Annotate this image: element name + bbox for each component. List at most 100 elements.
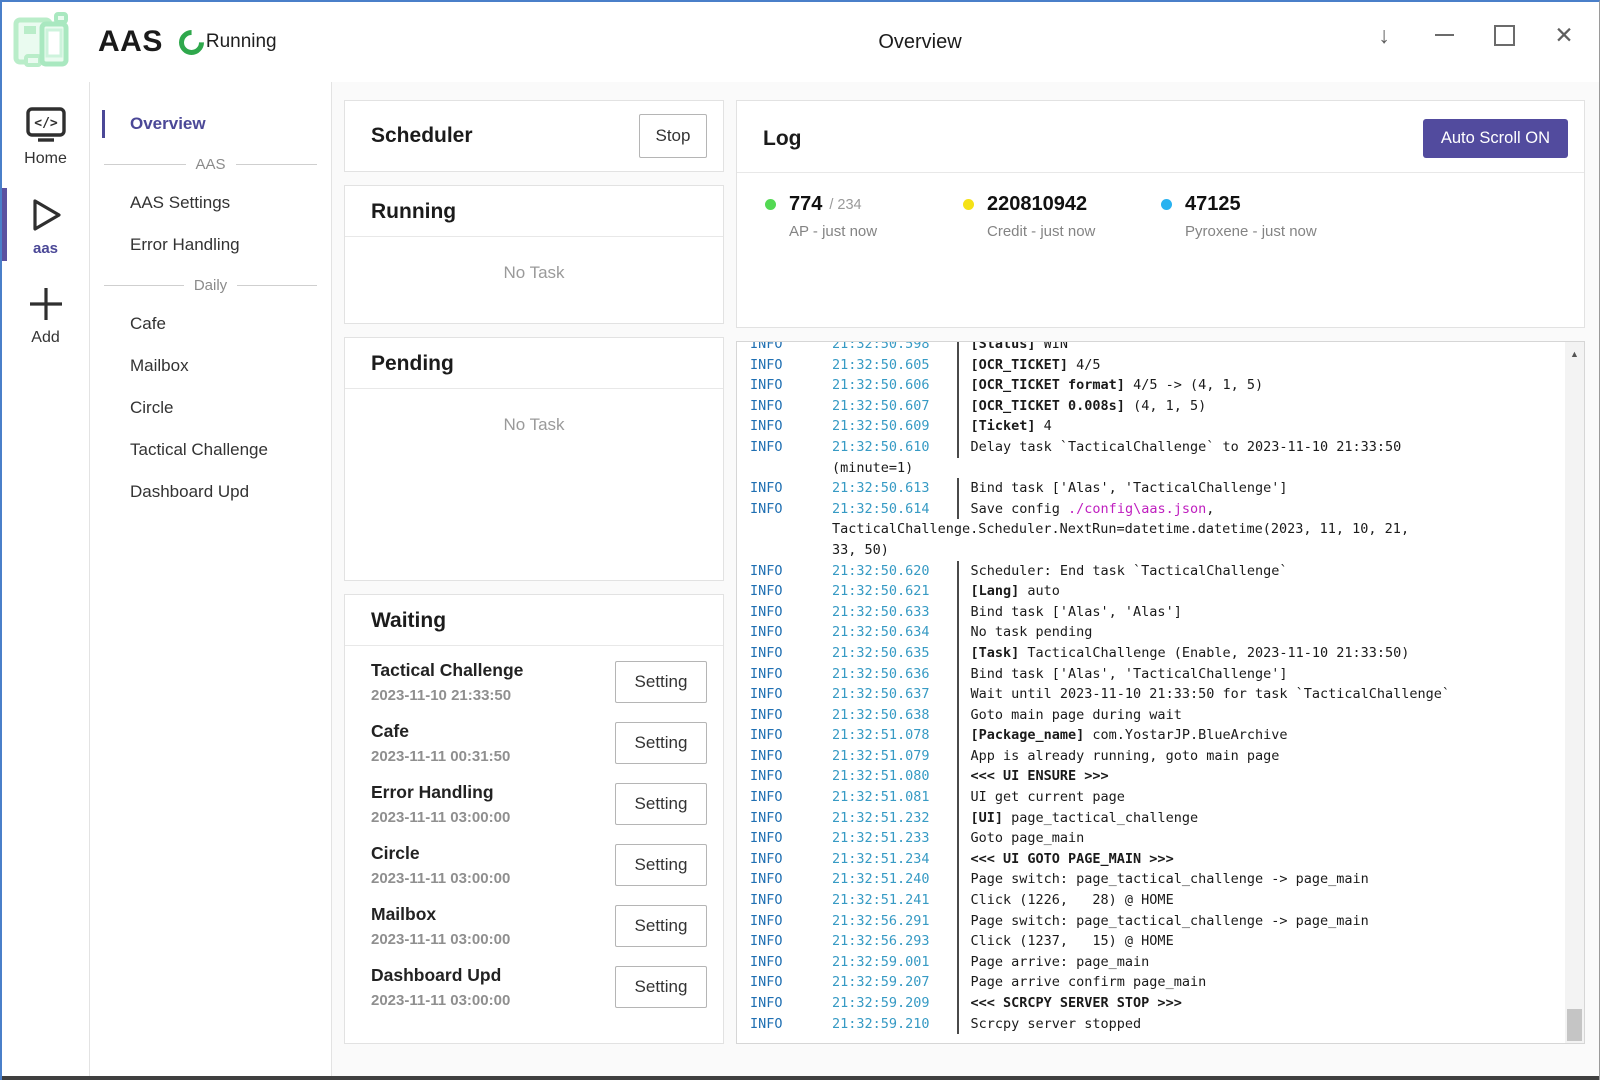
log-timestamp: 21:32:51.241 bbox=[832, 890, 957, 911]
log-separator bbox=[957, 911, 959, 932]
waiting-task-name: Circle bbox=[371, 843, 510, 864]
log-line: INFO 21:32:51.081 UI get current page bbox=[750, 787, 1564, 808]
log-line: INFO 21:32:56.293 Click (1237, 15) @ HOM… bbox=[750, 931, 1564, 952]
log-separator bbox=[957, 437, 959, 458]
log-separator bbox=[957, 561, 959, 582]
scrollbar-thumb[interactable] bbox=[1567, 1009, 1582, 1041]
log-message: <<< SCRCPY SERVER STOP >>> bbox=[971, 993, 1182, 1014]
log-stat: 220810942 Credit - just now bbox=[963, 193, 1161, 240]
log-level: INFO bbox=[750, 705, 832, 726]
log-line: INFO 21:32:50.614 Save config ./config\a… bbox=[750, 499, 1564, 520]
log-timestamp: 21:32:50.614 bbox=[832, 499, 957, 520]
download-update-icon[interactable]: ↓ bbox=[1371, 22, 1397, 48]
log-message-continuation: 33, 50) bbox=[832, 540, 889, 561]
waiting-task-name: Mailbox bbox=[371, 904, 510, 925]
task-setting-button[interactable]: Setting bbox=[615, 722, 707, 764]
log-line: INFO 21:32:50.636 Bind task ['Alas', 'Ta… bbox=[750, 664, 1564, 685]
log-separator bbox=[957, 808, 959, 829]
log-message: Bind task ['Alas', 'TacticalChallenge'] bbox=[971, 664, 1288, 685]
task-setting-button[interactable]: Setting bbox=[615, 783, 707, 825]
nav-item-add[interactable]: Add bbox=[2, 283, 89, 347]
log-timestamp: 21:32:50.609 bbox=[832, 416, 957, 437]
sidebar-section-divider: Daily bbox=[90, 267, 331, 304]
scrollbar-up-icon[interactable]: ▲ bbox=[1565, 346, 1584, 362]
log-line: INFO 21:32:50.633 Bind task ['Alas', 'Al… bbox=[750, 602, 1564, 623]
log-line: INFO 21:32:50.610 Delay task `TacticalCh… bbox=[750, 437, 1564, 458]
log-level: INFO bbox=[750, 911, 832, 932]
log-separator bbox=[957, 643, 959, 664]
log-timestamp: 21:32:51.081 bbox=[832, 787, 957, 808]
sidebar-item-tactical-challenge[interactable]: Tactical Challenge bbox=[90, 430, 331, 470]
sidebar-item-label: Dashboard Upd bbox=[130, 482, 249, 501]
task-setting-button[interactable]: Setting bbox=[615, 661, 707, 703]
log-scrollbar[interactable]: ▲ bbox=[1565, 342, 1584, 1043]
nav-item-aas[interactable]: aas bbox=[2, 194, 89, 257]
log-line: INFO 21:32:59.001 Page arrive: page_main bbox=[750, 952, 1564, 973]
maximize-icon[interactable] bbox=[1491, 22, 1517, 48]
log-line: INFO 21:32:50.620 Scheduler: End task `T… bbox=[750, 561, 1564, 582]
log-line: INFO 21:32:51.234 <<< UI GOTO PAGE_MAIN … bbox=[750, 849, 1564, 870]
log-separator bbox=[957, 622, 959, 643]
sidebar-item-aas-settings[interactable]: AAS Settings bbox=[90, 183, 331, 223]
log-level: INFO bbox=[750, 849, 832, 870]
log-timestamp: 21:32:59.207 bbox=[832, 972, 957, 993]
log-line: INFO 21:32:50.598 [Status] WIN bbox=[750, 341, 1564, 355]
stop-button[interactable]: Stop bbox=[639, 114, 707, 158]
log-level: INFO bbox=[750, 437, 832, 458]
log-separator bbox=[957, 355, 959, 376]
sidebar-item-overview[interactable]: Overview bbox=[90, 104, 331, 144]
task-setting-button[interactable]: Setting bbox=[615, 905, 707, 947]
log-level: INFO bbox=[750, 581, 832, 602]
log-level: INFO bbox=[750, 684, 832, 705]
log-line: INFO 21:32:50.635 [Task] TacticalChallen… bbox=[750, 643, 1564, 664]
auto-scroll-toggle-button[interactable]: Auto Scroll ON bbox=[1423, 119, 1568, 158]
log-line: INFO 21:32:51.079 App is already running… bbox=[750, 746, 1564, 767]
log-level: INFO bbox=[750, 341, 832, 355]
sidebar-item-label: Cafe bbox=[130, 314, 166, 333]
log-level: INFO bbox=[750, 561, 832, 582]
log-line: INFO 21:32:59.209 <<< SCRCPY SERVER STOP… bbox=[750, 993, 1564, 1014]
waiting-task-next-run: 2023-11-11 00:31:50 bbox=[371, 748, 510, 765]
waiting-task-row: Error Handling 2023-11-11 03:00:00 Setti… bbox=[371, 774, 707, 835]
log-message: Save config ./config\aas.json, bbox=[971, 499, 1215, 520]
log-level: INFO bbox=[750, 478, 832, 499]
log-level: INFO bbox=[750, 396, 832, 417]
log-timestamp: 21:32:59.001 bbox=[832, 952, 957, 973]
log-line-continuation: 33, 50) bbox=[750, 540, 1564, 561]
task-setting-button[interactable]: Setting bbox=[615, 844, 707, 886]
window-controls: ↓ ✕ bbox=[1371, 2, 1577, 68]
log-column: Log Auto Scroll ON 774 / 234 AP - just n… bbox=[736, 100, 1585, 1044]
log-timestamp: 21:32:50.621 bbox=[832, 581, 957, 602]
log-timestamp: 21:32:51.080 bbox=[832, 766, 957, 787]
plus-icon bbox=[26, 283, 66, 325]
log-message: Page switch: page_tactical_challenge -> … bbox=[971, 869, 1369, 890]
close-icon[interactable]: ✕ bbox=[1551, 22, 1577, 48]
waiting-task-name: Dashboard Upd bbox=[371, 965, 510, 986]
log-message: Scheduler: End task `TacticalChallenge` bbox=[971, 561, 1288, 582]
log-message: UI get current page bbox=[971, 787, 1125, 808]
log-message: [Status] WIN bbox=[971, 341, 1069, 355]
minimize-icon[interactable] bbox=[1431, 22, 1457, 48]
sidebar-item-error-handling[interactable]: Error Handling bbox=[90, 225, 331, 265]
code-monitor-icon: </> bbox=[25, 104, 67, 146]
log-timestamp: 21:32:56.291 bbox=[832, 911, 957, 932]
task-setting-button[interactable]: Setting bbox=[615, 966, 707, 1008]
log-message: Wait until 2023-11-10 21:33:50 for task … bbox=[971, 684, 1451, 705]
log-level: INFO bbox=[750, 725, 832, 746]
log-message: Click (1237, 15) @ HOME bbox=[971, 931, 1174, 952]
log-line: INFO 21:32:50.621 [Lang] auto bbox=[750, 581, 1564, 602]
sidebar-item-dashboard-upd[interactable]: Dashboard Upd bbox=[90, 472, 331, 512]
sidebar-item-cafe[interactable]: Cafe bbox=[90, 304, 331, 344]
log-line: INFO 21:32:51.232 [UI] page_tactical_cha… bbox=[750, 808, 1564, 829]
sidebar-item-mailbox[interactable]: Mailbox bbox=[90, 346, 331, 386]
sidebar-item-circle[interactable]: Circle bbox=[90, 388, 331, 428]
log-line: INFO 21:32:50.607 [OCR_TICKET 0.008s] (4… bbox=[750, 396, 1564, 417]
scheduler-card: Scheduler Stop bbox=[344, 100, 724, 172]
pending-title: Pending bbox=[371, 352, 454, 375]
log-message: [Package_name] com.YostarJP.BlueArchive bbox=[971, 725, 1288, 746]
log-separator bbox=[957, 869, 959, 890]
log-timestamp: 21:32:51.240 bbox=[832, 869, 957, 890]
running-empty-text: No Task bbox=[345, 263, 723, 283]
sidebar-menu: Overview AAS AAS Settings Error Handling… bbox=[90, 82, 332, 1080]
nav-item-home[interactable]: </> Home bbox=[2, 104, 89, 168]
